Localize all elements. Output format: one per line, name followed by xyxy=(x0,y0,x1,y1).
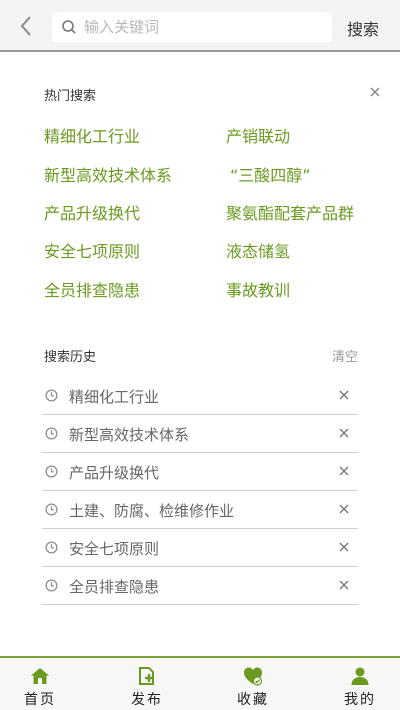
search-button[interactable]: 搜索 xyxy=(347,16,379,40)
tab-favorites[interactable]: 收藏 xyxy=(213,658,293,710)
history-item[interactable]: 产品升级换代 xyxy=(42,453,358,491)
hot-search-item[interactable]: 安全七项原则 xyxy=(44,238,140,262)
tab-favorites-label: 收藏 xyxy=(237,692,269,708)
clock-icon xyxy=(45,541,58,554)
delete-icon[interactable] xyxy=(338,427,350,439)
hot-search-item[interactable]: 精细化工行业 xyxy=(44,123,140,147)
history-item[interactable]: 新型高效技术体系 xyxy=(42,415,358,453)
user-icon xyxy=(351,667,369,685)
hot-search-item[interactable]: 聚氨酯配套产品群 xyxy=(226,200,354,224)
history-item-label: 精细化工行业 xyxy=(69,388,160,406)
back-button[interactable] xyxy=(14,12,40,40)
delete-icon[interactable] xyxy=(338,579,350,591)
delete-icon[interactable] xyxy=(338,503,350,515)
history-item-label: 产品升级换代 xyxy=(69,464,160,482)
delete-icon[interactable] xyxy=(338,389,350,401)
hot-search-title: 热门搜索 xyxy=(44,89,97,104)
history-list: 精细化工行业 新型高效技术体系 产品升级换代 土建、防腐、检维修作业 安全七项原… xyxy=(42,377,358,605)
tab-publish-label: 发布 xyxy=(131,692,163,708)
tab-publish[interactable]: 发布 xyxy=(107,658,187,710)
history-item[interactable]: 土建、防腐、检维修作业 xyxy=(42,491,358,529)
history-item[interactable]: 精细化工行业 xyxy=(42,377,358,415)
clock-icon xyxy=(45,389,58,402)
heart-check-icon xyxy=(244,667,263,686)
tab-home-label: 首页 xyxy=(24,692,56,708)
hot-search-item[interactable]: “三酸四醇” xyxy=(230,162,311,186)
chevron-left-icon xyxy=(20,16,31,36)
bottom-tab-bar: 首页 发布 收藏 我的 xyxy=(0,656,400,710)
tab-profile[interactable]: 我的 xyxy=(320,658,400,710)
top-bar: 搜索 xyxy=(0,0,400,52)
home-icon xyxy=(31,668,49,684)
search-history-title: 搜索历史 xyxy=(44,350,97,365)
history-item-label: 全员排查隐患 xyxy=(69,578,160,596)
hot-search-item[interactable]: 产销联动 xyxy=(226,123,290,147)
clock-icon xyxy=(45,465,58,478)
hot-search-item[interactable]: 全员排查隐患 xyxy=(44,277,140,301)
close-icon[interactable] xyxy=(368,84,382,100)
history-item[interactable]: 全员排查隐患 xyxy=(42,567,358,605)
history-item-label: 安全七项原则 xyxy=(69,540,160,558)
tab-profile-label: 我的 xyxy=(344,692,376,708)
hot-search-item[interactable]: 事故教训 xyxy=(226,277,290,301)
hot-search-item[interactable]: 新型高效技术体系 xyxy=(44,162,172,186)
search-icon xyxy=(62,20,76,34)
tab-home[interactable]: 首页 xyxy=(0,658,80,710)
search-box[interactable] xyxy=(52,12,332,42)
clock-icon xyxy=(45,427,58,440)
hot-search-item[interactable]: 产品升级换代 xyxy=(44,200,140,224)
add-document-icon xyxy=(139,667,154,685)
delete-icon[interactable] xyxy=(338,465,350,477)
delete-icon[interactable] xyxy=(338,541,350,553)
search-input[interactable] xyxy=(84,12,324,42)
history-item-label: 新型高效技术体系 xyxy=(69,426,190,444)
clock-icon xyxy=(45,579,58,592)
history-item[interactable]: 安全七项原则 xyxy=(42,529,358,567)
clock-icon xyxy=(45,503,58,516)
history-item-label: 土建、防腐、检维修作业 xyxy=(69,502,235,520)
clear-history-button[interactable]: 清空 xyxy=(332,346,358,365)
hot-search-item[interactable]: 液态储氢 xyxy=(226,238,290,262)
